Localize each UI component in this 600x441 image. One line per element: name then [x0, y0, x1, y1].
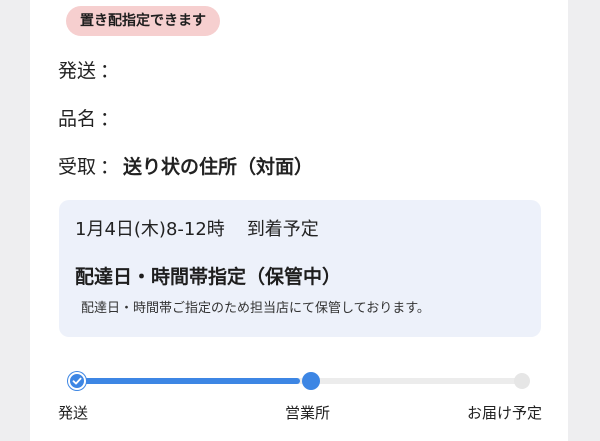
step-label-branch-office: 営業所 — [285, 404, 331, 422]
arrival-suffix: 到着予定 — [246, 219, 319, 240]
step-dot-branch-office — [302, 372, 320, 390]
shipment-card: 置き配指定できます 発送： 品名： 受取：送り状の住所（対面） 1月4日(木)8… — [30, 0, 568, 441]
sender-row: 発送： — [58, 58, 123, 84]
delivery-status-note: 配達日・時間帯ご指定のため担当店にて保管しております。 — [81, 301, 430, 316]
step-dot-scheduled-delivery — [514, 373, 530, 389]
item-name-separator: ： — [100, 108, 120, 130]
sender-label: 発送 — [58, 60, 97, 82]
receiver-separator: ： — [100, 156, 120, 178]
step-label-shipped: 発送 — [58, 404, 89, 422]
progress-track — [77, 378, 523, 384]
receiver-label: 受取 — [58, 156, 97, 178]
arrival-datetime: 1月4日(木)8-12時 — [75, 219, 225, 240]
arrival-estimate: 1月4日(木)8-12時 到着予定 — [75, 216, 319, 244]
check-icon — [72, 377, 82, 385]
delivery-status-title: 配達日・時間帯指定（保管中） — [75, 266, 342, 288]
step-dot-shipped — [68, 372, 86, 390]
receiver-value: 送り状の住所（対面） — [123, 156, 314, 178]
step-label-scheduled-delivery: お届け予定 — [466, 404, 542, 422]
drop-off-available-badge: 置き配指定できます — [66, 6, 220, 36]
sender-separator: ： — [100, 60, 120, 82]
progress-fill — [77, 378, 300, 384]
delivery-status-box: 1月4日(木)8-12時 到着予定 配達日・時間帯指定（保管中） 配達日・時間帯ご… — [59, 200, 541, 337]
item-name-label: 品名 — [58, 108, 97, 130]
item-name-row: 品名： — [58, 106, 123, 132]
receiver-row: 受取：送り状の住所（対面） — [58, 154, 313, 180]
